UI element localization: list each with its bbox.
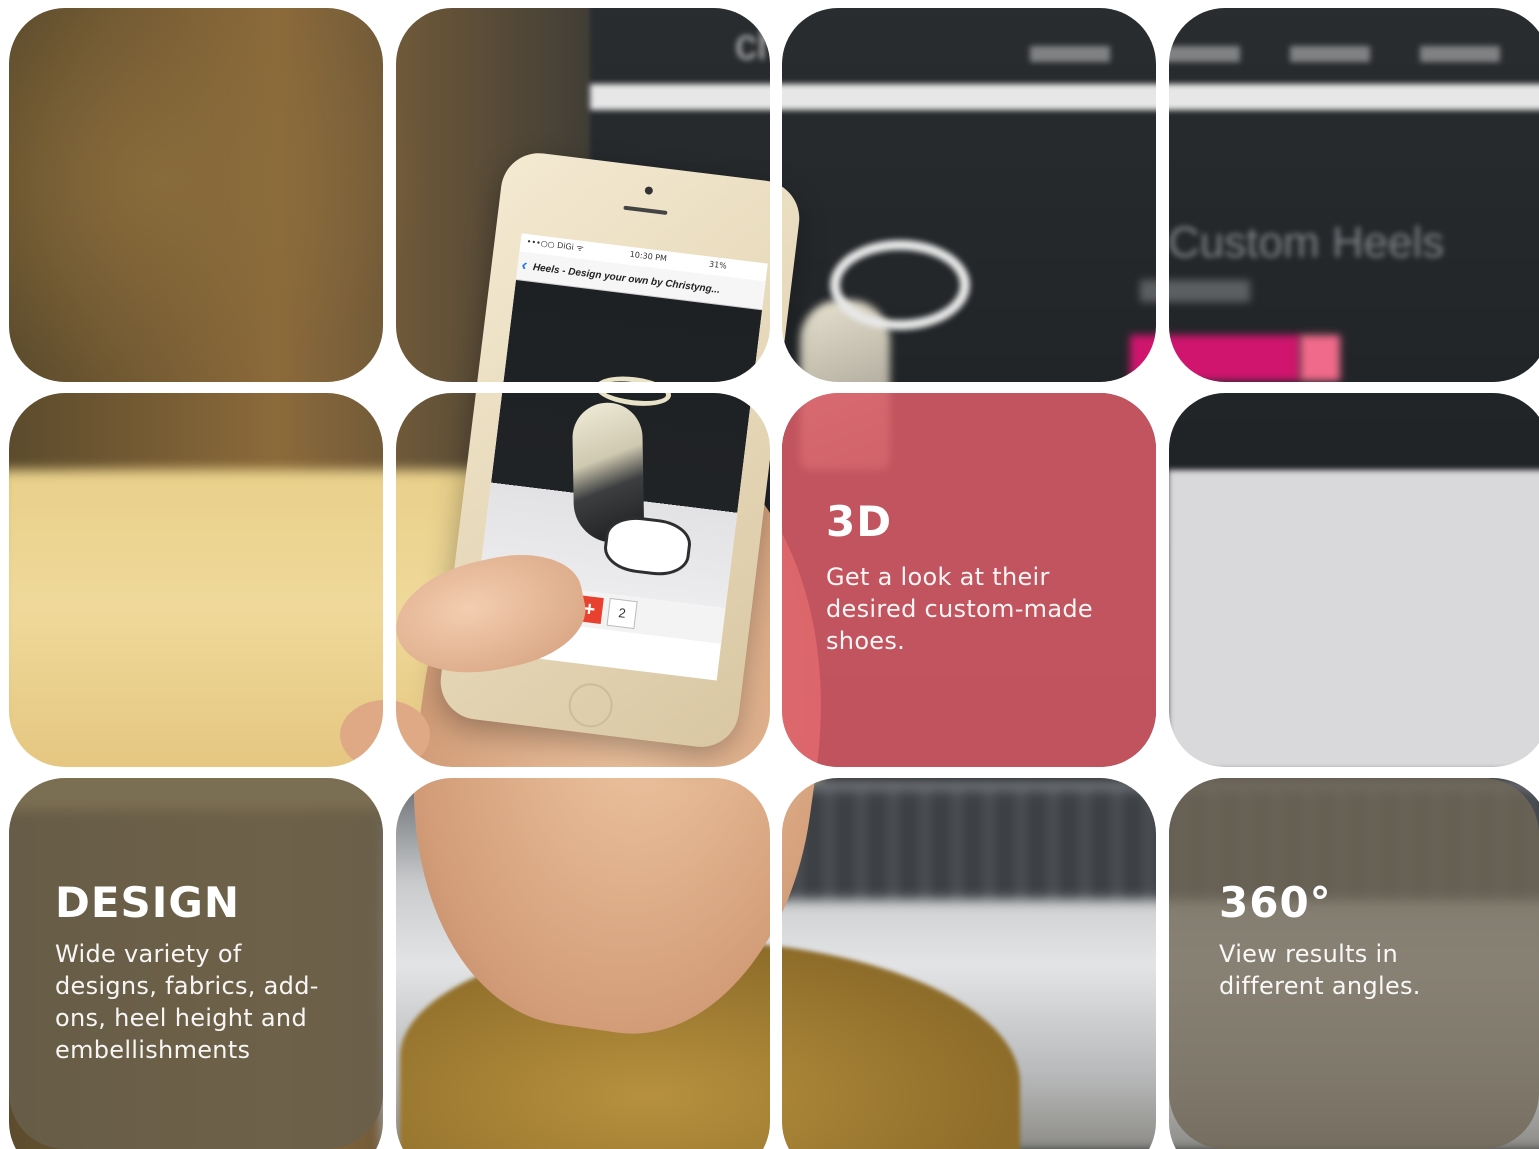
laptop-screen-cta-secondary [1300,335,1340,381]
feature-description-3d: Get a look at their desired custom-made … [826,563,1093,655]
feature-tile-design: DESIGN Wide variety of designs, fabrics,… [9,778,383,1149]
laptop-screen-logo: ch [735,20,782,69]
feature-title-design: DESIGN [55,878,241,927]
phone-time: 10:30 PM [629,249,668,264]
phone-speaker [623,205,668,215]
feature-description-design: Wide variety of designs, fabrics, add-on… [55,940,319,1064]
feature-title-3d: 3D [826,497,893,546]
laptop-screen-shoe-strap [830,240,970,330]
phone-camera [644,186,654,196]
feature-tile-3d: 3D Get a look at their desired custom-ma… [782,393,1156,767]
laptop-screen-menu-bar [590,84,1539,110]
laptop-screen-price [1140,280,1250,302]
laptop-screen-nav [1030,46,1539,62]
back-chevron-icon[interactable]: ‹ [521,257,528,276]
feature-tile-360: 360° View results in different angles. [1169,778,1539,1149]
finger [340,700,430,770]
feature-description-360: View results in different angles. [1219,940,1421,1000]
phone-battery: 31% [708,259,728,271]
laptop-screen-panel [1168,470,1539,770]
phone-carrier: •••○○ DiGi ᯤ [526,237,585,254]
laptop-screen-heading: Custom Heels [1168,218,1445,267]
phone-home-button [566,680,616,730]
feature-title-360: 360° [1219,878,1332,927]
laptop-screen-cta [1130,335,1300,381]
heel-front-strap [601,513,694,580]
quantity-field[interactable]: 2 [606,597,638,630]
